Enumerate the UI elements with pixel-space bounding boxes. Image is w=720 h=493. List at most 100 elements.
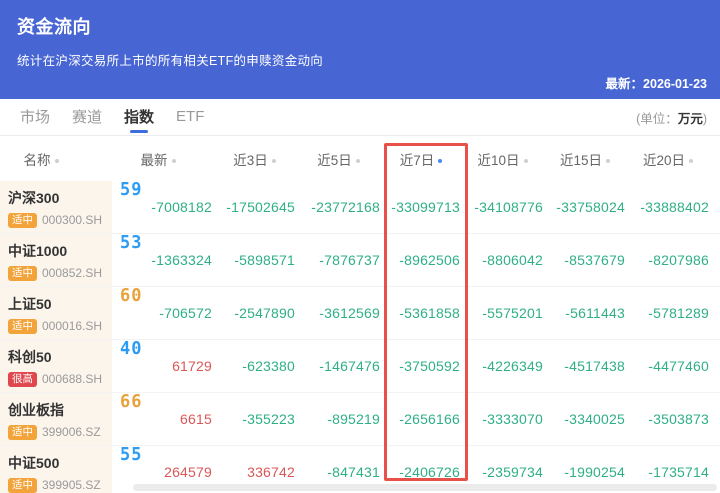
value-20d: -3503873 (648, 411, 709, 427)
table-row[interactable]: 中证1000 适中 000852.SH 53 -1363324 -5898571… (0, 232, 720, 287)
value-15d: -33758024 (556, 199, 625, 215)
score-value: 55 (120, 444, 143, 466)
cell-7d: -2656166 (390, 393, 470, 445)
table-body: 沪深300 适中 000300.SH 59 -7008182 -17502645… (0, 179, 720, 493)
tab-sector[interactable]: 赛道 (72, 98, 102, 136)
column-header-10d[interactable]: 近10日 (470, 149, 553, 169)
index-subline: 适中 399006.SZ (8, 425, 108, 440)
table-row[interactable]: 科创50 很高 000688.SH 40 61729 -623380 -1467… (0, 339, 720, 393)
sort-indicator-icon[interactable] (271, 158, 276, 163)
cell-7d: -3750592 (390, 340, 470, 392)
value-10d: -4226349 (482, 358, 543, 374)
index-name-cell[interactable]: 科创50 很高 000688.SH (0, 340, 112, 392)
horizontal-scrollbar[interactable] (133, 484, 717, 491)
cell-15d: -3340025 (553, 393, 635, 445)
cell-7d: -8962506 (390, 234, 470, 286)
column-header-7d[interactable]: 近7日 (390, 149, 470, 169)
index-name-cell[interactable]: 沪深300 适中 000300.SH (0, 181, 112, 233)
value-7d: -8962506 (399, 252, 460, 268)
table-row[interactable]: 上证50 适中 000016.SH 60 -706572 -2547890 -3… (0, 285, 720, 340)
column-header-name[interactable]: 名称 (0, 149, 112, 169)
index-name-cell[interactable]: 中证1000 适中 000852.SH (0, 234, 112, 286)
column-header-15d[interactable]: 近15日 (553, 149, 635, 169)
value-15d: -8537679 (564, 252, 625, 268)
latest-cell: 60 -706572 (112, 285, 222, 339)
sort-indicator-icon[interactable] (355, 158, 360, 163)
value-3d: -5898571 (234, 252, 295, 268)
cell-3d: -17502645 (222, 181, 305, 233)
value-latest: -1363324 (151, 252, 212, 268)
value-5d: -3612569 (319, 305, 380, 321)
page-subtitle: 统计在沪深交易所上市的所有相关ETF的申赎资金动向 (17, 54, 324, 68)
column-header-20d[interactable]: 近20日 (635, 149, 719, 169)
value-3d: -355223 (242, 411, 295, 427)
value-20d: -5781289 (648, 305, 709, 321)
index-name-cell[interactable]: 中证500 适中 399905.SZ (0, 446, 112, 493)
risk-badge: 适中 (8, 213, 37, 228)
risk-badge: 适中 (8, 478, 37, 493)
sort-indicator-icon[interactable] (606, 158, 611, 163)
cell-5d: -1467476 (305, 340, 390, 392)
cell-20d: -5781289 (635, 287, 719, 339)
index-name: 中证1000 (8, 243, 68, 259)
value-latest: 61729 (172, 358, 212, 374)
value-latest: -7008182 (151, 199, 212, 215)
cell-20d: -8207986 (635, 234, 719, 286)
value-3d: -2547890 (234, 305, 295, 321)
sort-indicator-icon[interactable] (689, 158, 694, 163)
column-header-5d[interactable]: 近5日 (305, 149, 390, 169)
index-subline: 很高 000688.SH (8, 372, 108, 387)
table-row[interactable]: 沪深300 适中 000300.SH 59 -7008182 -17502645… (0, 179, 720, 234)
sort-indicator-icon[interactable] (438, 158, 443, 163)
cell-7d: -5361858 (390, 287, 470, 339)
unit-value: 万元 (677, 111, 703, 126)
score-value: 53 (120, 232, 143, 254)
column-header-latest[interactable]: 最新 (112, 149, 222, 169)
cell-3d: -5898571 (222, 234, 305, 286)
index-code: 000016.SH (42, 319, 103, 334)
index-code: 000852.SH (42, 266, 103, 281)
value-15d: -5611443 (565, 305, 625, 321)
tab-market[interactable]: 市场 (20, 98, 50, 136)
index-subline: 适中 399905.SZ (8, 478, 108, 493)
tab-bar: 市场 赛道 指数 ETF (单位：万元) (0, 99, 720, 136)
unit-prefix: (单位： (636, 111, 678, 126)
score-value: 66 (120, 391, 143, 413)
value-7d: -3750592 (399, 358, 460, 374)
cell-5d: -895219 (305, 393, 390, 445)
value-20d: -33888402 (640, 199, 709, 215)
tab-index[interactable]: 指数 (124, 98, 154, 136)
cell-15d: -8537679 (553, 234, 635, 286)
column-header-3d[interactable]: 近3日 (222, 149, 305, 169)
cell-3d: -623380 (222, 340, 305, 392)
index-name-cell[interactable]: 创业板指 适中 399006.SZ (0, 393, 112, 445)
tab-etf[interactable]: ETF (176, 100, 204, 134)
unit-suffix: ) (702, 111, 707, 126)
index-name: 沪深300 (8, 190, 60, 206)
sort-indicator-icon[interactable] (54, 158, 59, 163)
latest-cell: 66 6615 (112, 391, 222, 445)
sort-indicator-icon[interactable] (523, 158, 528, 163)
risk-badge: 适中 (8, 425, 37, 440)
latest-date: 最新：2026-01-23 (605, 77, 707, 91)
index-name-cell[interactable]: 上证50 适中 000016.SH (0, 287, 112, 339)
index-subline: 适中 000016.SH (8, 319, 108, 334)
score-value: 60 (120, 285, 143, 307)
index-name: 上证50 (8, 296, 52, 312)
table-row[interactable]: 创业板指 适中 399006.SZ 66 6615 -355223 -89521… (0, 391, 720, 446)
cell-10d: -4226349 (470, 340, 553, 392)
score-value: 59 (120, 179, 143, 201)
fund-flow-app: 资金流向 统计在沪深交易所上市的所有相关ETF的申赎资金动向 最新：2026-0… (0, 0, 720, 493)
cell-15d: -5611443 (553, 287, 635, 339)
value-3d: -623380 (242, 358, 295, 374)
cell-5d: -3612569 (305, 287, 390, 339)
risk-badge: 很高 (8, 372, 37, 387)
index-subline: 适中 000300.SH (8, 213, 108, 228)
cell-3d: -355223 (222, 393, 305, 445)
value-7d: -33099713 (391, 199, 460, 215)
sort-indicator-icon[interactable] (171, 158, 176, 163)
value-5d: -1467476 (319, 358, 380, 374)
value-latest: -706572 (159, 305, 212, 321)
value-latest: 264579 (164, 464, 212, 480)
cell-20d: -33888402 (635, 181, 719, 233)
